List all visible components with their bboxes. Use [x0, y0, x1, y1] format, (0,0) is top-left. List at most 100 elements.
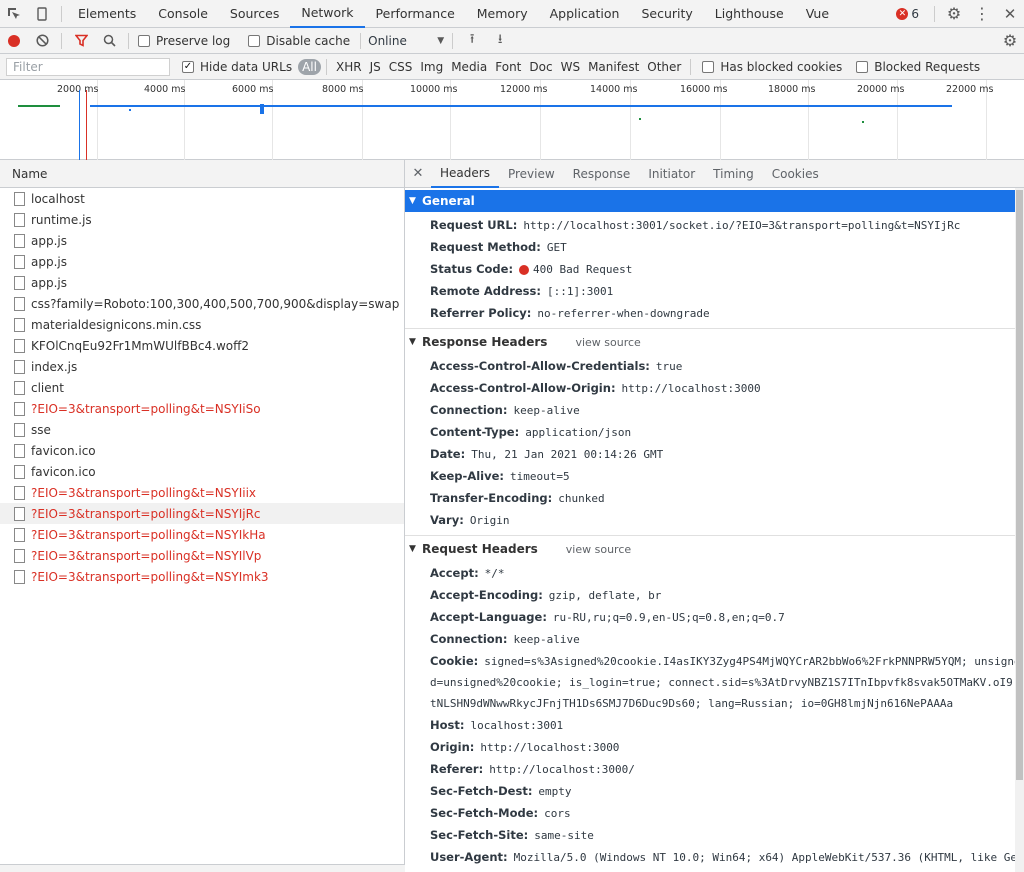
tab-console[interactable]: Console [147, 0, 219, 28]
header-key: Status Code: [430, 262, 514, 276]
request-row[interactable]: sse [0, 419, 404, 440]
error-counter[interactable]: ✕ 6 [896, 7, 919, 21]
timeline-dot [862, 121, 864, 123]
tab-network[interactable]: Network [290, 0, 365, 28]
device-toolbar-icon[interactable] [28, 1, 56, 27]
request-name: app.js [31, 275, 67, 290]
close-details-icon[interactable]: ✕ [405, 166, 431, 181]
request-row[interactable]: favicon.ico [0, 461, 404, 482]
file-icon [14, 338, 25, 353]
timeline-tick-label: 20000 ms [857, 84, 905, 95]
request-row[interactable]: ?EIO=3&transport=polling&t=NSYIiSo [0, 398, 404, 419]
view-source-link[interactable]: view source [566, 543, 631, 556]
export-har-icon[interactable]: ⭳ [486, 28, 514, 54]
tab-application[interactable]: Application [539, 0, 631, 28]
file-icon [14, 359, 25, 374]
throttling-select[interactable]: Online ▼ [368, 34, 444, 48]
type-filter-all[interactable]: All [298, 58, 321, 75]
header-row-cookie: Cookie: signed=s%3Asigned%20cookie.I4asI… [430, 654, 1021, 668]
view-source-link[interactable]: view source [575, 336, 640, 349]
request-headers-section-header[interactable]: ▼ Request Headers view source [405, 538, 1024, 560]
name-column-header[interactable]: Name [0, 160, 404, 188]
clear-icon[interactable] [28, 28, 56, 54]
header-value: GET [546, 240, 567, 254]
type-filter-doc[interactable]: Doc [525, 60, 556, 74]
filter-funnel-icon[interactable] [67, 28, 95, 54]
import-har-icon[interactable]: ⭱ [458, 28, 486, 54]
close-devtools-icon[interactable]: ✕ [996, 1, 1024, 27]
request-row[interactable]: index.js [0, 356, 404, 377]
details-tab-initiator[interactable]: Initiator [639, 160, 704, 188]
header-key: Sec-Fetch-Mode: [430, 806, 539, 820]
timeline-marker-blue [79, 90, 80, 160]
request-row[interactable]: favicon.ico [0, 440, 404, 461]
timeline-tick-label: 6000 ms [232, 84, 274, 95]
more-options-icon[interactable]: ⋮ [968, 1, 996, 27]
tab-lighthouse[interactable]: Lighthouse [704, 0, 795, 28]
request-row[interactable]: client [0, 377, 404, 398]
type-filter-img[interactable]: Img [416, 60, 447, 74]
details-tab-headers[interactable]: Headers [431, 160, 499, 188]
type-filter-js[interactable]: JS [366, 60, 385, 74]
general-section-header[interactable]: ▼ General [405, 190, 1015, 212]
type-filter-media[interactable]: Media [447, 60, 491, 74]
file-icon [14, 191, 25, 206]
tab-performance[interactable]: Performance [365, 0, 466, 28]
divider [61, 5, 62, 22]
tab-sources[interactable]: Sources [219, 0, 290, 28]
request-row[interactable]: ?EIO=3&transport=polling&t=NSYIlVp [0, 545, 404, 566]
type-filter-font[interactable]: Font [491, 60, 525, 74]
filter-bar: Filter ✓ Hide data URLs All XHR JS CSS Img Me… [0, 54, 1024, 80]
type-filter-css[interactable]: CSS [385, 60, 417, 74]
request-row[interactable]: css?family=Roboto:100,300,400,500,700,90… [0, 293, 404, 314]
details-scrollbar[interactable] [1015, 188, 1024, 872]
divider [325, 58, 327, 75]
timeline-dot [129, 109, 131, 111]
record-icon[interactable] [0, 28, 28, 54]
request-row[interactable]: runtime.js [0, 209, 404, 230]
request-row[interactable]: ?EIO=3&transport=polling&t=NSYIiix [0, 482, 404, 503]
network-overview-timeline[interactable]: 2000 ms 4000 ms 6000 ms 8000 ms 10000 ms 1200… [0, 80, 1024, 160]
request-row[interactable]: app.js [0, 230, 404, 251]
scrollbar-thumb[interactable] [1016, 190, 1023, 780]
request-row[interactable]: KFOlCnqEu92Fr1MmWUlfBBc4.woff2 [0, 335, 404, 356]
request-row[interactable]: localhost [0, 188, 404, 209]
type-filter-xhr[interactable]: XHR [332, 60, 366, 74]
response-headers-section-header[interactable]: ▼ Response Headers view source [405, 331, 1024, 353]
preserve-log-checkbox[interactable]: Preserve log [138, 34, 230, 48]
tab-memory[interactable]: Memory [466, 0, 539, 28]
hide-data-urls-checkbox[interactable]: ✓ Hide data URLs [182, 60, 292, 74]
request-row[interactable]: app.js [0, 272, 404, 293]
network-toolbar: Preserve log Disable cache Online ▼ ⭱ ⭳ … [0, 28, 1024, 54]
has-blocked-cookies-checkbox[interactable]: Has blocked cookies [702, 60, 842, 74]
request-row[interactable]: ?EIO=3&transport=polling&t=NSYImk3 [0, 566, 404, 587]
details-tab-cookies[interactable]: Cookies [763, 160, 828, 188]
settings-gear-icon[interactable]: ⚙ [940, 1, 968, 27]
type-filter-other[interactable]: Other [643, 60, 685, 74]
tab-elements[interactable]: Elements [67, 0, 147, 28]
type-filter-ws[interactable]: WS [557, 60, 584, 74]
request-row[interactable]: app.js [0, 251, 404, 272]
inspect-element-icon[interactable] [0, 1, 28, 27]
request-row[interactable]: ?EIO=3&transport=polling&t=NSYIjRc [0, 503, 404, 524]
file-icon [14, 506, 25, 521]
details-tab-preview[interactable]: Preview [499, 160, 564, 188]
header-row: Access-Control-Allow-Origin: http://local… [405, 377, 1024, 399]
request-row[interactable]: ?EIO=3&transport=polling&t=NSYIkHa [0, 524, 404, 545]
network-settings-gear-icon[interactable]: ⚙ [996, 28, 1024, 54]
timeline-tick-label: 22000 ms [946, 84, 994, 95]
header-key: Access-Control-Allow-Credentials: [430, 359, 650, 373]
checkbox-checked: ✓ [182, 60, 194, 73]
tab-vue[interactable]: Vue [795, 0, 840, 28]
type-filter-manifest[interactable]: Manifest [584, 60, 643, 74]
blocked-requests-checkbox[interactable]: Blocked Requests [856, 60, 980, 74]
timeline-tick-label: 14000 ms [590, 84, 638, 95]
tab-security[interactable]: Security [630, 0, 703, 28]
request-name: ?EIO=3&transport=polling&t=NSYImk3 [31, 569, 269, 584]
details-tab-response[interactable]: Response [564, 160, 640, 188]
details-tab-timing[interactable]: Timing [704, 160, 763, 188]
disable-cache-checkbox[interactable]: Disable cache [248, 34, 350, 48]
filter-input[interactable]: Filter [6, 57, 170, 76]
search-icon[interactable] [95, 28, 123, 54]
request-row[interactable]: materialdesignicons.min.css [0, 314, 404, 335]
